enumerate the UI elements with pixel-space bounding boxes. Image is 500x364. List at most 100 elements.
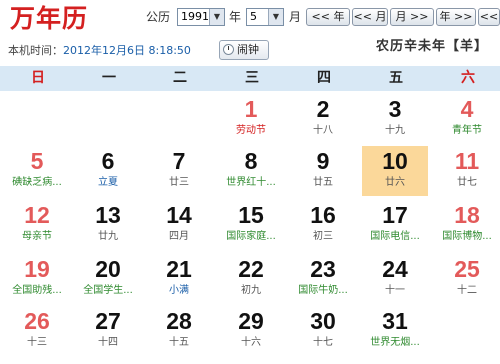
day-subtitle: 初三 [313, 231, 333, 242]
local-time-row: 本机时间：2012年12月6日 8:18:50 [8, 44, 191, 58]
day-subtitle: 四月 [169, 231, 189, 242]
day-cell[interactable]: 11 廿七 [434, 146, 500, 196]
day-subtitle: 十七 [313, 337, 333, 348]
day-number: 7 [172, 148, 186, 174]
day-subtitle: 廿七 [457, 177, 477, 188]
day-cell[interactable]: 1 劳动节 [218, 94, 284, 144]
day-number: 16 [310, 202, 336, 228]
day-cell[interactable]: 10 廿六 [362, 146, 428, 196]
day-cell[interactable]: 31 世界无烟... [362, 306, 428, 356]
day-cell[interactable]: 5 碘缺乏病... [4, 146, 70, 196]
calendar-type-label: 公历 [146, 10, 171, 24]
day-number: 26 [24, 308, 50, 334]
day-subtitle: 十六 [241, 337, 261, 348]
day-cell[interactable]: 28 十五 [146, 306, 212, 356]
day-cell[interactable]: 15 国际家庭... [218, 200, 284, 250]
day-cell[interactable]: 18 国际博物... [434, 200, 500, 250]
day-subtitle: 国际家庭... [226, 231, 276, 242]
app-logo: 万年历 [10, 4, 89, 33]
day-subtitle: 立夏 [98, 177, 118, 188]
day-cell[interactable]: 24 十一 [362, 254, 428, 304]
day-cell[interactable]: 29 十六 [218, 306, 284, 356]
day-subtitle: 廿九 [98, 231, 118, 242]
chevron-down-icon: ▼ [268, 9, 283, 25]
day-cell[interactable]: 9 廿五 [290, 146, 356, 196]
day-cell[interactable]: 25 十二 [434, 254, 500, 304]
month-select-value: 5 [250, 10, 257, 23]
day-cell[interactable]: 6 立夏 [75, 146, 141, 196]
day-cell[interactable]: 7 廿三 [146, 146, 212, 196]
day-number: 23 [310, 256, 336, 282]
weekday-header: 日一二三四五六 [0, 66, 500, 91]
day-cell[interactable]: 30 十七 [290, 306, 356, 356]
local-time-value: 2012年12月6日 8:18:50 [63, 44, 191, 57]
day-number: 27 [95, 308, 121, 334]
day-cell[interactable]: 16 初三 [290, 200, 356, 250]
year-select[interactable]: 1991 ▼ [177, 8, 225, 26]
day-subtitle: 十三 [27, 337, 47, 348]
day-cell[interactable]: 19 全国助残... [4, 254, 70, 304]
month-select[interactable]: 5 ▼ [246, 8, 284, 26]
alarm-button[interactable]: 闹钟 [219, 40, 269, 60]
day-number: 5 [30, 148, 44, 174]
day-subtitle: 十一 [385, 285, 405, 296]
day-subtitle: 廿五 [313, 177, 333, 188]
day-subtitle: 廿六 [385, 177, 405, 188]
day-number: 19 [24, 256, 50, 282]
prev-month-button[interactable]: << 月 [352, 8, 388, 26]
weekday-label: 日 [31, 70, 45, 86]
local-time-label: 本机时间： [8, 44, 63, 57]
day-number: 30 [310, 308, 336, 334]
day-number: 15 [238, 202, 264, 228]
weekday-label: 三 [245, 70, 259, 86]
day-number: 8 [244, 148, 258, 174]
weekday-label: 四 [317, 70, 331, 86]
next-month-button[interactable]: 月 >> [390, 8, 434, 26]
day-cell[interactable]: 8 世界红十... [218, 146, 284, 196]
day-number: 21 [166, 256, 192, 282]
day-number: 22 [238, 256, 264, 282]
weekday-label: 一 [102, 70, 116, 86]
day-cell[interactable]: 21 小满 [146, 254, 212, 304]
chevron-down-icon: ▼ [209, 9, 224, 25]
day-subtitle: 十九 [385, 125, 405, 136]
day-cell[interactable]: 4 青年节 [434, 94, 500, 144]
day-cell[interactable]: 2 十八 [290, 94, 356, 144]
day-subtitle: 全国学生... [83, 285, 133, 296]
day-cell[interactable]: 13 廿九 [75, 200, 141, 250]
day-subtitle: 全国助残... [12, 285, 62, 296]
day-number: 13 [95, 202, 121, 228]
day-cell[interactable]: 27 十四 [75, 306, 141, 356]
day-number: 24 [382, 256, 408, 282]
day-number: 28 [166, 308, 192, 334]
prev-year-button[interactable]: << 年 [306, 8, 350, 26]
day-subtitle: 十四 [98, 337, 118, 348]
day-subtitle: 小满 [169, 285, 189, 296]
day-number: 6 [101, 148, 115, 174]
next-year-button[interactable]: 年 >> [436, 8, 476, 26]
day-subtitle: 廿三 [169, 177, 189, 188]
day-subtitle: 碘缺乏病... [12, 177, 62, 188]
day-number: 14 [166, 202, 192, 228]
day-cell[interactable]: 22 初九 [218, 254, 284, 304]
month-unit-label: 月 [289, 10, 302, 24]
day-cell[interactable]: 17 国际电信... [362, 200, 428, 250]
day-subtitle: 初九 [241, 285, 261, 296]
day-cell[interactable]: 26 十三 [4, 306, 70, 356]
day-cell[interactable]: 14 四月 [146, 200, 212, 250]
day-cell[interactable]: 20 全国学生... [75, 254, 141, 304]
day-cell[interactable]: 12 母亲节 [4, 200, 70, 250]
day-number: 20 [95, 256, 121, 282]
day-number: 17 [382, 202, 408, 228]
day-subtitle: 母亲节 [22, 231, 52, 242]
alarm-label: 闹钟 [237, 43, 259, 56]
day-subtitle: 世界无烟... [370, 337, 420, 348]
today-button[interactable]: << [478, 8, 500, 26]
day-number: 11 [454, 148, 480, 174]
day-cell[interactable]: 23 国际牛奶... [290, 254, 356, 304]
day-subtitle: 世界红十... [226, 177, 276, 188]
day-number: 31 [382, 308, 408, 334]
day-number: 4 [460, 96, 474, 122]
day-cell[interactable]: 3 十九 [362, 94, 428, 144]
day-number: 1 [244, 96, 258, 122]
